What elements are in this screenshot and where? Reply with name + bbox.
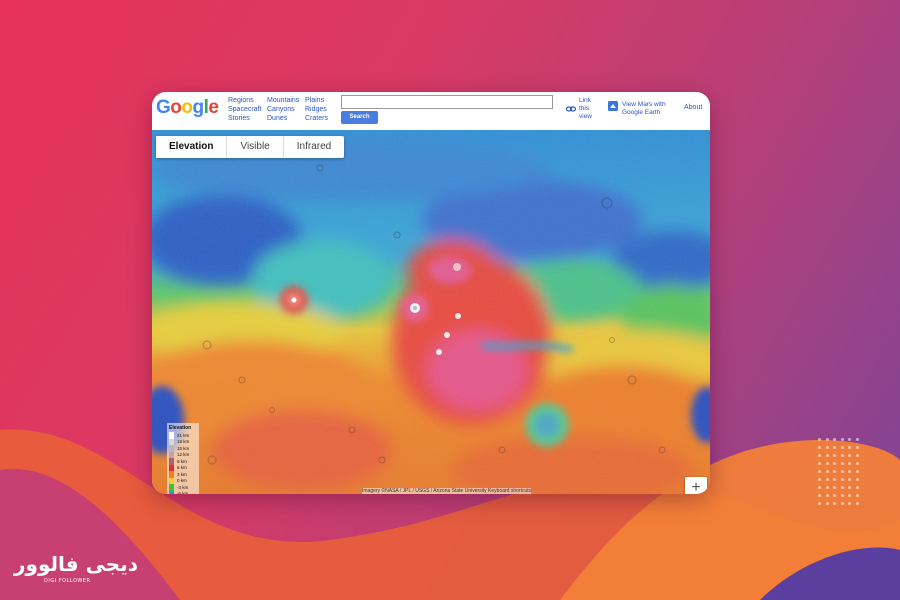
map-type-tabs: Elevation Visible Infrared bbox=[156, 136, 345, 158]
legend-label: -6 km bbox=[177, 491, 189, 494]
tab-visible[interactable]: Visible bbox=[227, 136, 284, 158]
nav-link-stories[interactable]: Stories bbox=[228, 114, 261, 123]
legend-label: 6 km bbox=[177, 465, 187, 471]
legend-label: 3 km bbox=[177, 471, 187, 477]
watermark-subtitle: DIGI FOLLOWER bbox=[44, 578, 91, 584]
legend-label: 0 km bbox=[177, 478, 187, 484]
watermark-logo: دیجی فالوور bbox=[14, 552, 138, 576]
about-link[interactable]: About bbox=[684, 104, 702, 111]
logo-letter: o bbox=[170, 97, 182, 118]
legend-label: 9 km bbox=[177, 458, 187, 464]
view-in-google-earth[interactable]: View Mars with Google Earth bbox=[608, 101, 674, 116]
nav-link-dunes[interactable]: Dunes bbox=[267, 114, 299, 123]
logo-letter: g bbox=[192, 97, 205, 118]
link-icon bbox=[566, 106, 576, 112]
nav-link-plains[interactable]: Plains bbox=[305, 96, 328, 105]
nav-link-mountains[interactable]: Mountains bbox=[267, 96, 299, 105]
zoom-control: + − bbox=[685, 477, 707, 494]
google-logo[interactable]: Google bbox=[156, 97, 219, 119]
nav-column-3: Plains Ridges Craters bbox=[305, 96, 328, 123]
link-this-view[interactable]: Link this view bbox=[566, 97, 595, 121]
nav-link-ridges[interactable]: Ridges bbox=[305, 105, 328, 114]
legend-label: 15 km bbox=[177, 445, 190, 451]
legend-swatch bbox=[169, 490, 174, 494]
nav-link-craters[interactable]: Craters bbox=[305, 114, 328, 123]
link-this-view-label: Link this view bbox=[579, 97, 593, 120]
nav-link-spacecraft[interactable]: Spacecraft bbox=[228, 105, 261, 114]
legend-label: 12 km bbox=[177, 452, 190, 458]
browser-frame: Google Regions Spacecraft Stories Mounta… bbox=[152, 92, 710, 494]
mars-elevation-map[interactable]: Elevation 21 km 18 km 15 km 12 km 9 km 6 km 3 … bbox=[152, 130, 710, 494]
nav-column-2: Mountains Canyons Dunes bbox=[267, 96, 299, 123]
tab-infrared[interactable]: Infrared bbox=[284, 136, 344, 158]
logo-letter: e bbox=[208, 97, 219, 118]
elevation-map-image bbox=[152, 130, 710, 494]
google-earth-icon bbox=[608, 101, 618, 111]
legend-label: -3 km bbox=[177, 484, 189, 490]
watermark-text: دیجی فالوور bbox=[14, 552, 138, 576]
top-bar: Google Regions Spacecraft Stories Mounta… bbox=[152, 92, 710, 130]
map-attribution: Imagery ©NASA / JPL / USGS / Arizona Sta… bbox=[362, 488, 532, 494]
legend-title: Elevation bbox=[169, 425, 192, 431]
logo-letter: o bbox=[181, 97, 193, 118]
decorative-dots bbox=[818, 438, 862, 512]
legend-label: 21 km bbox=[177, 432, 190, 438]
tab-elevation[interactable]: Elevation bbox=[156, 136, 228, 158]
view-in-google-earth-label: View Mars with Google Earth bbox=[622, 101, 666, 116]
legend-label: 18 km bbox=[177, 439, 190, 445]
search-button[interactable]: Search bbox=[341, 111, 378, 124]
elevation-legend: Elevation 21 km 18 km 15 km 12 km 9 km 6 km 3 … bbox=[167, 423, 199, 494]
nav-link-canyons[interactable]: Canyons bbox=[267, 105, 299, 114]
nav-column-1: Regions Spacecraft Stories bbox=[228, 96, 261, 123]
search-input[interactable] bbox=[341, 95, 553, 109]
legend-row: -6 km bbox=[169, 490, 197, 494]
zoom-in-button[interactable]: + bbox=[685, 477, 707, 494]
nav-link-regions[interactable]: Regions bbox=[228, 96, 261, 105]
logo-letter: G bbox=[156, 97, 171, 118]
